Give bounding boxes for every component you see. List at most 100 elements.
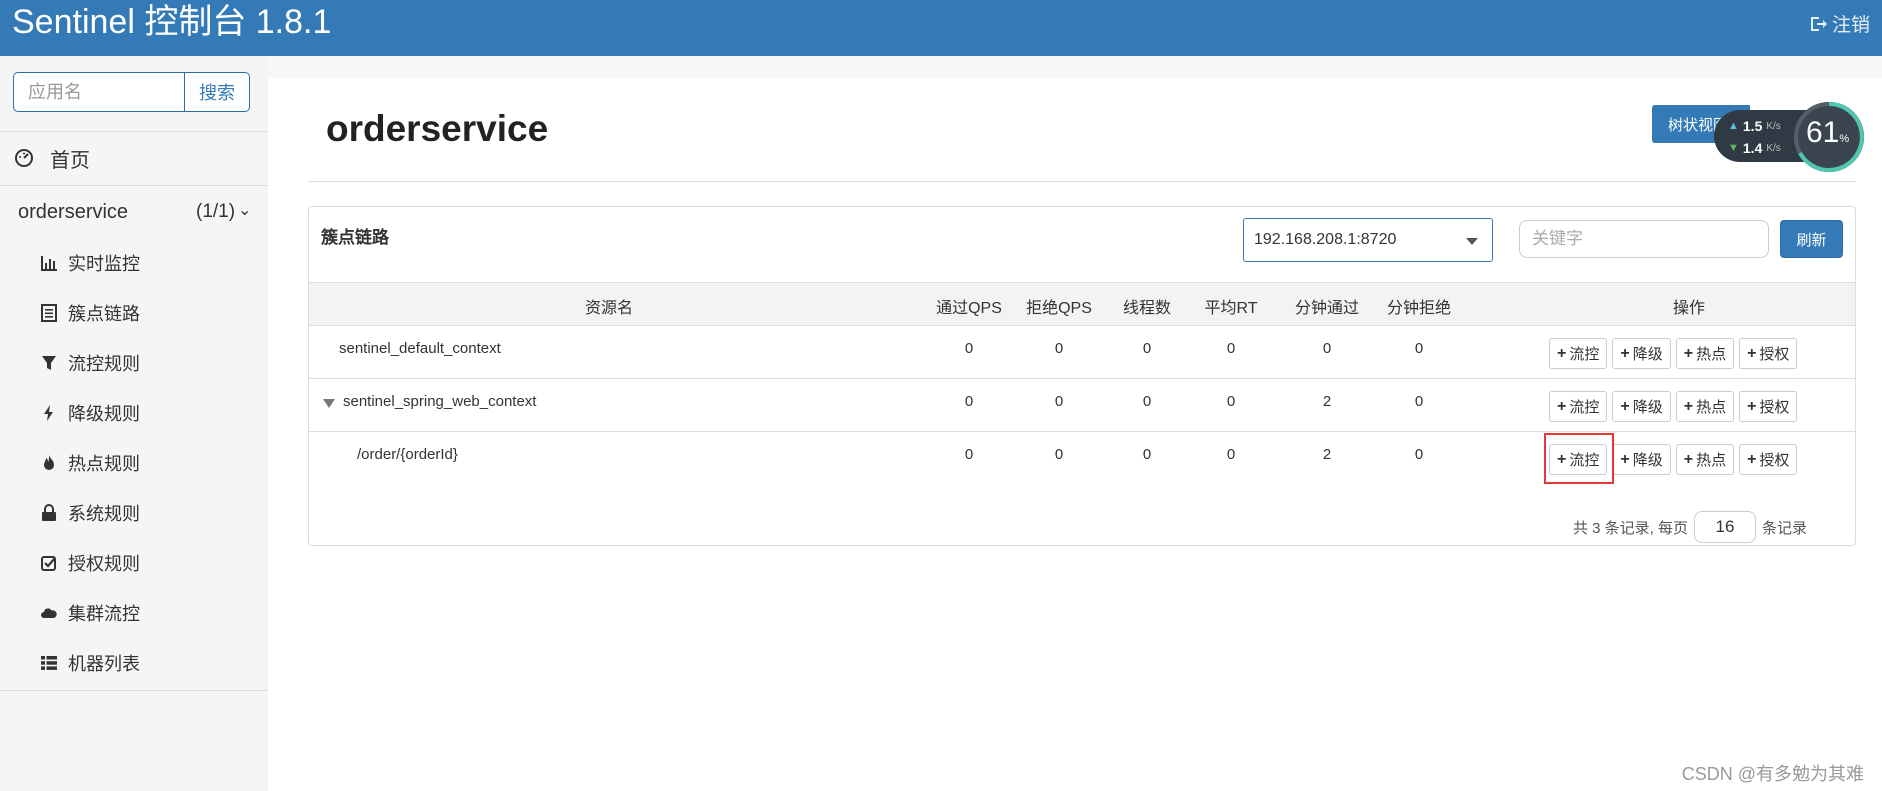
sidebar-item-home[interactable]: 首页 — [0, 132, 268, 184]
resource-name: sentinel_spring_web_context — [343, 393, 537, 410]
sidebar-item-label: 簇点链路 — [68, 304, 140, 324]
avg-rt: 0 — [1226, 340, 1236, 357]
avg-rt: 0 — [1226, 446, 1236, 463]
machine-select[interactable]: 192.168.208.1:8720 — [1243, 218, 1493, 262]
filter-icon — [42, 356, 56, 370]
sidebar-item-label: 实时监控 — [68, 254, 140, 274]
list-icon — [41, 304, 57, 322]
minute-block: 0 — [1414, 393, 1424, 410]
column-header: 分钟通过 — [1294, 300, 1359, 317]
arrow-down-icon: ▼ — [1728, 142, 1739, 154]
collapse-triangle-icon[interactable] — [323, 399, 335, 408]
pager-suffix: 条记录 — [1762, 519, 1808, 537]
add-degrade-rule-button[interactable]: + 降级 — [1612, 444, 1671, 475]
upload-speed: ▲ 1.5 K/s — [1728, 118, 1781, 134]
plus-icon: + — [1620, 450, 1630, 468]
add-hotspot-rule-button[interactable]: + 热点 — [1675, 391, 1735, 422]
column-header: 通过QPS — [936, 300, 1002, 317]
sidebar-item-cluster-flow[interactable]: 集群流控 — [0, 588, 268, 638]
sidebar-item-label: 流控规则 — [68, 354, 140, 374]
minute-pass: 2 — [1322, 446, 1332, 463]
plus-icon: + — [1747, 344, 1757, 362]
minute-pass: 2 — [1322, 393, 1332, 410]
thread-count: 0 — [1142, 446, 1152, 463]
logout-link[interactable]: 注销 — [1808, 10, 1870, 37]
sidebar-item-system-rules[interactable]: 系统规则 — [0, 488, 268, 538]
page-size-input[interactable] — [1694, 511, 1757, 543]
add-flow-rule-button[interactable]: + 流控 — [1549, 338, 1608, 369]
app-search: 搜索 — [13, 72, 250, 112]
sidebar-divider — [0, 690, 268, 691]
panel-title: 簇点链路 — [321, 228, 389, 247]
sidebar-item-flow-rules[interactable]: 流控规则 — [0, 338, 268, 388]
table-row: /order/{orderId} 0 0 0 0 2 0 + 流控 + 降级 + 热点… — [309, 432, 1855, 485]
minute-pass: 0 — [1322, 340, 1332, 357]
fire-icon — [44, 455, 54, 470]
add-hotspot-rule-button[interactable]: + 热点 — [1675, 338, 1735, 369]
app-count: (1/1) — [196, 201, 236, 222]
app-search-input[interactable] — [13, 72, 184, 112]
network-speed-widget[interactable]: ▲ 1.5 K/s ▼ 1.4 K/s 61% — [1714, 100, 1866, 174]
sidebar-item-label: 集群流控 — [68, 604, 140, 624]
sidebar-item-degrade-rules[interactable]: 降级规则 — [0, 388, 268, 438]
minute-block: 0 — [1414, 446, 1424, 463]
plus-icon: + — [1557, 344, 1567, 362]
add-flow-rule-button[interactable]: + 流控 — [1549, 391, 1608, 422]
sidebar-app-orderservice[interactable]: orderservice (1/1) ⌄ — [0, 186, 268, 238]
sidebar-item-hotspot-rules[interactable]: 热点规则 — [0, 438, 268, 488]
sidebar-item-label: 系统规则 — [68, 504, 140, 524]
table-header: 资源名 通过QPS 拒绝QPS 线程数 平均RT 分钟通过 分钟拒绝 操作 — [309, 282, 1855, 326]
add-auth-rule-button[interactable]: + 授权 — [1739, 338, 1798, 369]
lock-icon — [42, 504, 56, 521]
keyword-input[interactable] — [1519, 220, 1769, 258]
add-degrade-rule-button[interactable]: + 降级 — [1612, 338, 1671, 369]
add-hotspot-rule-button[interactable]: + 热点 — [1675, 444, 1735, 475]
plus-icon: + — [1747, 397, 1757, 415]
bar-chart-icon — [41, 256, 57, 271]
download-speed: ▼ 1.4 K/s — [1728, 140, 1781, 156]
plus-icon: + — [1557, 397, 1567, 415]
highlight-box — [1544, 433, 1614, 484]
cloud-icon — [41, 608, 57, 618]
check-icon — [41, 556, 56, 571]
avg-rt: 0 — [1226, 393, 1236, 410]
add-degrade-rule-button[interactable]: + 降级 — [1612, 391, 1671, 422]
pass-qps: 0 — [964, 340, 974, 357]
refresh-button[interactable]: 刷新 — [1780, 220, 1843, 258]
pager-prefix: 共 3 条记录, 每页 — [1573, 519, 1689, 537]
sidebar-item-auth-rules[interactable]: 授权规则 — [0, 538, 268, 588]
column-header: 资源名 — [584, 300, 633, 317]
block-qps: 0 — [1054, 446, 1064, 463]
flash-icon — [44, 405, 53, 421]
sidebar-item-cluster-link[interactable]: 簇点链路 — [0, 288, 268, 338]
column-header: 拒绝QPS — [1026, 300, 1092, 317]
watermark: CSDN @有多勉为其难 — [1681, 764, 1864, 784]
minute-block: 0 — [1414, 340, 1424, 357]
add-auth-rule-button[interactable]: + 授权 — [1739, 391, 1798, 422]
pass-qps: 0 — [964, 446, 974, 463]
sidebar-item-label: 机器列表 — [68, 654, 140, 674]
main-content: orderservice 树状视图 簇点链路 192.168.208.1:872… — [268, 78, 1882, 791]
sidebar-item-machine-list[interactable]: 机器列表 — [0, 638, 268, 688]
th-list-icon — [41, 656, 57, 670]
brand-title[interactable]: Sentinel 控制台 1.8.1 — [12, 0, 331, 44]
sidebar-item-label: 降级规则 — [68, 404, 140, 424]
logout-label: 注销 — [1831, 15, 1870, 36]
sidebar-item-label: 热点规则 — [68, 454, 140, 474]
thread-count: 0 — [1142, 393, 1152, 410]
column-header: 平均RT — [1204, 300, 1258, 317]
app-search-button[interactable]: 搜索 — [184, 72, 250, 112]
arrow-up-icon: ▲ — [1728, 120, 1739, 132]
chevron-down-icon: ⌄ — [238, 202, 252, 219]
page-title: orderservice — [326, 108, 549, 149]
resource-name: sentinel_default_context — [339, 340, 501, 357]
resource-name: /order/{orderId} — [357, 446, 458, 463]
sidebar-item-realtime-monitor[interactable]: 实时监控 — [0, 238, 268, 288]
pagination: 共 3 条记录, 每页 条记录 — [1573, 511, 1807, 543]
sidebar-item-label: 授权规则 — [68, 554, 140, 574]
block-qps: 0 — [1054, 393, 1064, 410]
row-actions: + 流控 + 降级 + 热点 + 授权 — [1549, 338, 1798, 369]
plus-icon: + — [1620, 344, 1630, 362]
add-auth-rule-button[interactable]: + 授权 — [1739, 444, 1798, 475]
column-header: 分钟拒绝 — [1386, 300, 1451, 317]
